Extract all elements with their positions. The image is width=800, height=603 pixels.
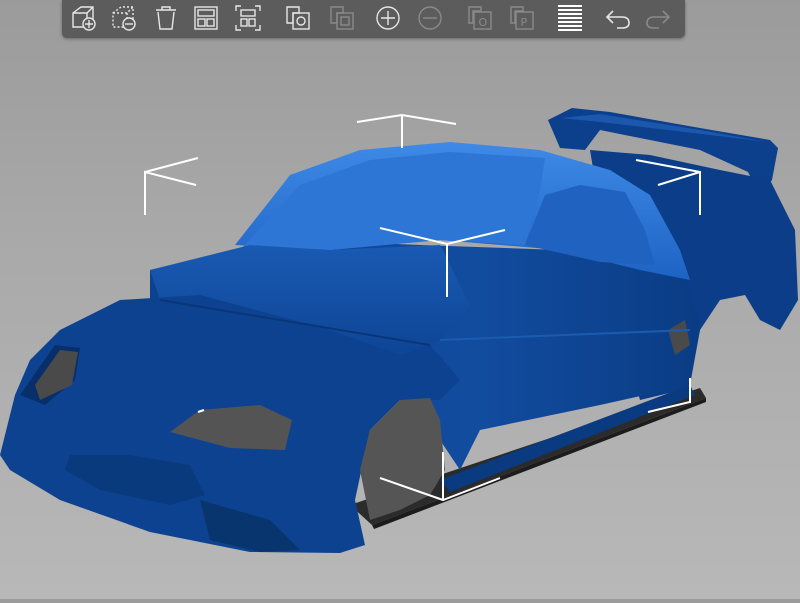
remove-instance-button[interactable] [414, 2, 446, 34]
add-button[interactable] [68, 2, 100, 34]
3d-viewport[interactable] [0, 0, 800, 599]
add-object-icon [72, 6, 96, 31]
delete-button[interactable] [108, 2, 140, 34]
redo-button[interactable] [642, 2, 674, 34]
undo-button[interactable] [602, 2, 634, 34]
svg-text:P: P [521, 16, 528, 29]
arrange-selection-icon [235, 5, 261, 31]
layers-icon [558, 5, 582, 31]
paste-icon [330, 6, 354, 30]
zoom-out-icon [418, 6, 442, 30]
arrange-button[interactable] [190, 2, 222, 34]
redo-icon [646, 10, 671, 29]
split-parts-button[interactable]: P [506, 2, 538, 34]
add-instance-button[interactable] [372, 2, 404, 34]
zoom-in-icon [376, 6, 400, 30]
layers-editing-button[interactable] [554, 2, 586, 34]
copy-icon [286, 6, 310, 30]
copy-button[interactable] [282, 2, 314, 34]
delete-object-icon [112, 6, 136, 31]
scene-canvas[interactable] [0, 0, 800, 599]
split-parts-icon: P [510, 6, 534, 30]
car-model[interactable] [0, 108, 798, 553]
split-objects-icon: O [468, 6, 492, 30]
delete-all-button[interactable] [150, 2, 182, 34]
arrange-icon [194, 6, 218, 30]
paste-button[interactable] [326, 2, 358, 34]
trash-icon [156, 6, 176, 30]
arrange-selection-button[interactable] [232, 2, 264, 34]
top-toolbar: O P [62, 0, 685, 38]
svg-text:O: O [479, 16, 488, 29]
undo-icon [605, 10, 630, 29]
split-objects-button[interactable]: O [464, 2, 496, 34]
